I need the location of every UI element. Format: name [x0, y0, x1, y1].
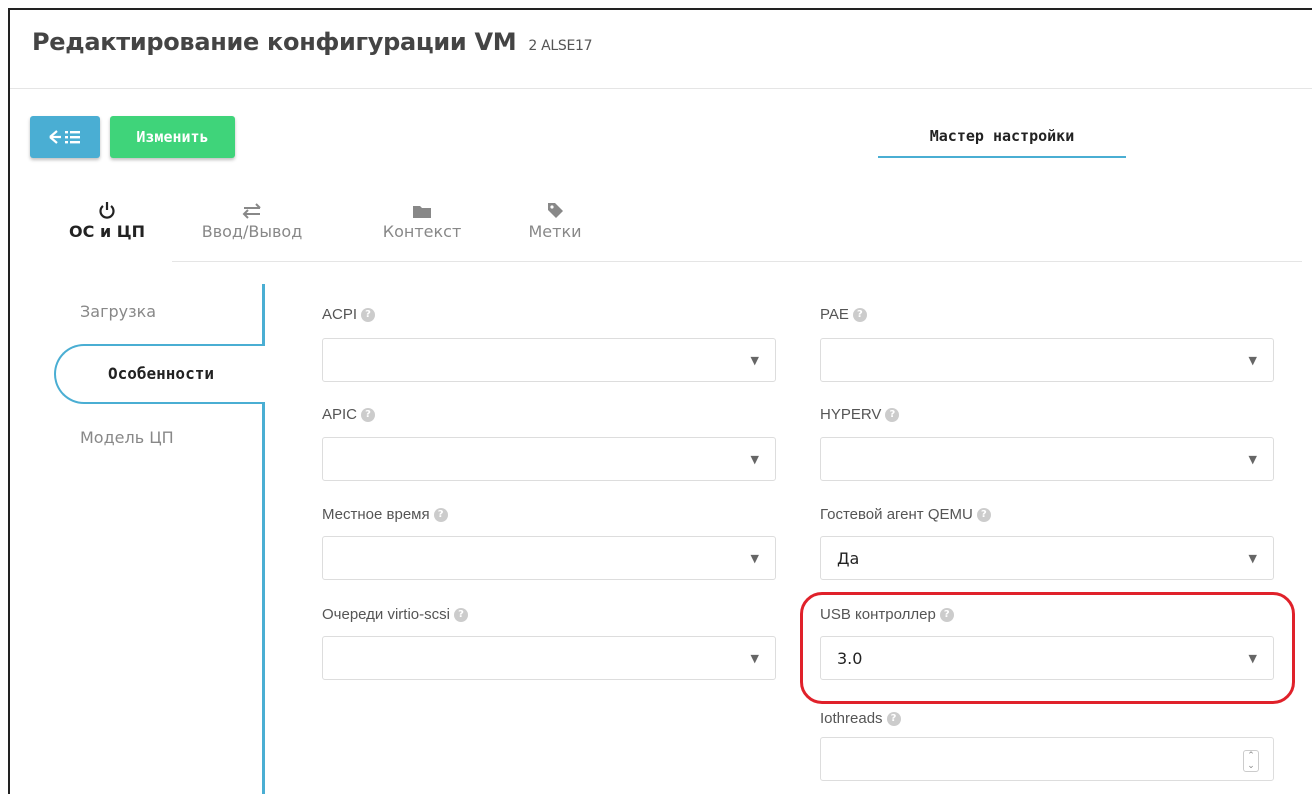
- page-title-text: Редактирование конфигурации VM: [32, 28, 517, 56]
- help-icon[interactable]: ?: [361, 308, 376, 323]
- help-icon[interactable]: ?: [453, 608, 468, 623]
- tabs-divider: [172, 261, 1302, 262]
- help-icon[interactable]: ?: [852, 308, 867, 323]
- tab-tags-label: Метки: [528, 222, 582, 241]
- tab-context[interactable]: Контекст: [372, 200, 472, 241]
- pae-label-text: PAE: [820, 306, 849, 323]
- hyperv-select[interactable]: ▼: [820, 437, 1274, 481]
- back-button[interactable]: [30, 116, 100, 158]
- tab-context-label: Контекст: [382, 222, 462, 241]
- page-title: Редактирование конфигурации VM 2 ALSE17: [32, 28, 593, 56]
- sidebar-item-boot[interactable]: Загрузка: [80, 302, 156, 321]
- help-icon[interactable]: ?: [976, 508, 991, 523]
- sidebar-item-cpu-model[interactable]: Модель ЦП: [80, 428, 174, 447]
- stepper-icon[interactable]: ⌃ ⌄: [1243, 750, 1259, 772]
- sidebar-item-features[interactable]: Особенности: [54, 344, 265, 404]
- localtime-label-text: Местное время: [322, 506, 430, 523]
- usb-highlight-annotation: [800, 592, 1295, 704]
- header-divider: [10, 88, 1312, 89]
- apic-label-text: APIC: [322, 406, 358, 423]
- sidebar-rail-gap: [262, 346, 266, 402]
- chevron-down-icon: ▼: [1248, 552, 1257, 565]
- localtime-select[interactable]: ▼: [322, 536, 776, 580]
- acpi-label: ACPI?: [322, 306, 376, 323]
- vm-name: 2 ALSE17: [528, 38, 593, 54]
- tab-os-cpu[interactable]: ОС и ЦП: [62, 200, 152, 241]
- help-icon[interactable]: ?: [433, 508, 448, 523]
- tab-os-cpu-label: ОС и ЦП: [69, 222, 145, 241]
- acpi-label-text: ACPI: [322, 306, 358, 323]
- acpi-select[interactable]: ▼: [322, 338, 776, 382]
- iothreads-input[interactable]: ⌃ ⌄: [820, 737, 1274, 781]
- tab-io[interactable]: Ввод/Вывод: [196, 200, 308, 241]
- localtime-label: Местное время?: [322, 506, 448, 523]
- apic-label: APIC?: [322, 406, 376, 423]
- virtio-scsi-label-text: Очереди virtio-scsi: [322, 606, 450, 623]
- iothreads-label: Iothreads?: [820, 710, 901, 727]
- tab-tags[interactable]: Метки: [520, 200, 590, 241]
- hyperv-label: HYPERV?: [820, 406, 900, 423]
- arrows-exchange-icon: [242, 203, 261, 219]
- chevron-down-icon: ▼: [750, 354, 759, 367]
- qemu-agent-value: Да: [837, 549, 860, 568]
- tag-icon: [548, 203, 563, 218]
- wizard-tab[interactable]: Мастер настройки: [878, 116, 1126, 158]
- chevron-down-icon: ▼: [1248, 354, 1257, 367]
- qemu-agent-select[interactable]: Да ▼: [820, 536, 1274, 580]
- pae-label: PAE?: [820, 306, 867, 323]
- virtio-scsi-label: Очереди virtio-scsi?: [322, 606, 468, 623]
- power-icon: [99, 202, 115, 219]
- chevron-down-icon: ▼: [750, 453, 759, 466]
- chevron-down-icon: ▼: [1248, 453, 1257, 466]
- iothreads-label-text: Iothreads: [820, 710, 883, 727]
- qemu-agent-label: Гостевой агент QEMU?: [820, 506, 991, 523]
- qemu-agent-label-text: Гостевой агент QEMU: [820, 506, 973, 523]
- pae-select[interactable]: ▼: [820, 338, 1274, 382]
- hyperv-label-text: HYPERV: [820, 406, 882, 423]
- help-icon[interactable]: ?: [885, 408, 900, 423]
- help-icon[interactable]: ?: [361, 408, 376, 423]
- apic-select[interactable]: ▼: [322, 437, 776, 481]
- chevron-down-icon: ▼: [750, 552, 759, 565]
- folder-icon: [413, 206, 431, 218]
- edit-button[interactable]: Изменить: [110, 116, 235, 158]
- tab-io-label: Ввод/Вывод: [201, 222, 303, 241]
- help-icon[interactable]: ?: [886, 712, 901, 727]
- chevron-down-icon: ▼: [750, 652, 759, 665]
- virtio-scsi-select[interactable]: ▼: [322, 636, 776, 680]
- back-list-icon: [49, 130, 80, 144]
- sidebar-item-features-label: Особенности: [108, 364, 214, 383]
